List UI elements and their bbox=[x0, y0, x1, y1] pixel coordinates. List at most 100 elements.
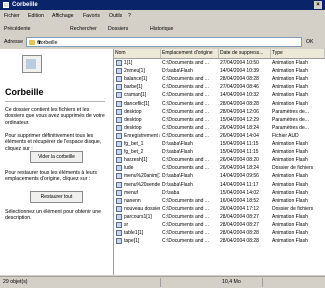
search-button[interactable]: Rechercher bbox=[70, 23, 97, 35]
cell-type: Paramètres de... bbox=[272, 124, 309, 131]
file-icon bbox=[116, 157, 122, 164]
task-pane: Corbeille Ce dossier contient les fichie… bbox=[0, 49, 114, 275]
go-button[interactable]: OK bbox=[306, 36, 314, 48]
column-type[interactable]: Type bbox=[271, 49, 325, 58]
history-button[interactable]: Historique bbox=[150, 23, 173, 35]
cell-location: C:\Documents and ... bbox=[162, 238, 209, 245]
table-row[interactable]: tape[1] C:\Documents and ... 28/04/2004 08… bbox=[114, 237, 325, 245]
table-row[interactable]: menu%20sender[1]D:\saba\Flash 14/04/2004 … bbox=[114, 181, 325, 189]
cell-name: desktop bbox=[124, 108, 142, 115]
cell-type: Dossier de fichiers bbox=[272, 165, 314, 172]
cell-location: C:\Documents and ... bbox=[162, 222, 209, 228]
file-icon bbox=[116, 222, 122, 228]
empty-recycle-bin-button[interactable]: Vider la corbeille bbox=[30, 151, 83, 163]
cell-location: C:\Documents and ... bbox=[162, 108, 209, 115]
file-icon bbox=[116, 149, 122, 156]
divider bbox=[160, 278, 161, 287]
cell-name: desktop bbox=[124, 124, 142, 131]
restore-all-button[interactable]: Restaurer tout bbox=[30, 191, 83, 203]
cell-type: Animation Flash bbox=[272, 213, 308, 220]
table-row[interactable]: nouveau dossier C:\Documents and ... 26/04… bbox=[114, 205, 325, 213]
chevron-down-icon[interactable]: ▼ bbox=[37, 37, 300, 49]
cell-name: desktop bbox=[124, 116, 142, 123]
cell-name: menu%20sender[1] bbox=[124, 181, 160, 188]
cell-location: C:\Documents and ... bbox=[162, 205, 209, 212]
table-row[interactable]: table1[1] C:\Documents and ... 28/04/2004 … bbox=[114, 229, 325, 237]
table-row[interactable]: fg_bet_1 D:\saba\Flash 15/04/2004 11:15 Ani… bbox=[114, 140, 325, 148]
table-row[interactable]: barbe[1] C:\Documents and ... 27/04/2004 0… bbox=[114, 83, 325, 91]
back-button[interactable]: Précédente bbox=[4, 23, 31, 35]
cell-date: 14/04/2004 09:56 bbox=[220, 173, 259, 180]
table-row[interactable]: desktop C:\Documents and ... 15/04/2004 12… bbox=[114, 116, 325, 124]
table-row[interactable]: sr C:\Documents and ... 28/04/2004 08:27 An… bbox=[114, 221, 325, 229]
close-button[interactable]: × bbox=[314, 1, 322, 9]
table-row[interactable]: Enregistrement a...C:\Documents and ... 2… bbox=[114, 132, 325, 140]
address-field[interactable]: Corbeille ▼ bbox=[26, 37, 302, 47]
table-row[interactable]: desktop C:\Documents and ... 28/04/2004 12… bbox=[114, 108, 325, 116]
cell-date: 14/04/2004 10:32 bbox=[220, 92, 259, 99]
toolbar: Précédente Rechercher Dossiers Historiqu… bbox=[0, 23, 325, 35]
file-list: Nom Emplacement d'origine Date de suppre… bbox=[114, 49, 325, 275]
table-row[interactable]: desktop C:\Documents and ... 26/04/2004 18… bbox=[114, 124, 325, 132]
cell-name: barbe[1] bbox=[124, 84, 143, 91]
select-hint: Sélectionnez un élément pour obtenir une… bbox=[5, 209, 102, 222]
table-row[interactable]: parcours1[1] C:\Documents and ... 28/04/20… bbox=[114, 213, 325, 221]
cell-type: Animation Flash bbox=[272, 149, 308, 156]
cell-name: 1[1] bbox=[124, 60, 133, 66]
cell-type: Animation Flash bbox=[272, 189, 308, 196]
table-row[interactable]: balance[1] C:\Documents and ... 28/04/2004… bbox=[114, 75, 325, 83]
cell-location: C:\Documents and ... bbox=[162, 92, 209, 99]
cell-name: balance[1] bbox=[124, 76, 148, 83]
menu-file[interactable]: Fichier bbox=[4, 10, 20, 22]
column-location[interactable]: Emplacement d'origine bbox=[161, 49, 219, 58]
cell-location: C:\Documents and ... bbox=[162, 84, 209, 91]
cell-name: Enregistrement a... bbox=[124, 132, 160, 139]
cell-location: D:\saba\Flash bbox=[162, 141, 193, 147]
cell-type: Paramètres de... bbox=[272, 116, 309, 123]
menu-edit[interactable]: Edition bbox=[28, 10, 44, 22]
divider bbox=[5, 101, 105, 102]
menu-help[interactable]: ? bbox=[128, 10, 131, 22]
column-name[interactable]: Nom bbox=[114, 49, 161, 58]
cell-location: C:\Documents and ... bbox=[162, 157, 209, 164]
table-row[interactable]: lude C:\Documents and ... 26/04/2004 18:24… bbox=[114, 164, 325, 172]
cell-date: 28/04/2004 08:27 bbox=[220, 213, 259, 220]
table-row[interactable]: 1[1] C:\Documents and ... 27/04/2004 10:50… bbox=[114, 59, 325, 67]
cell-location: C:\Documents and ... bbox=[162, 60, 209, 66]
folders-button[interactable]: Dossiers bbox=[108, 23, 128, 35]
table-row[interactable]: danceflic[1] C:\Documents and ... 28/04/20… bbox=[114, 100, 325, 108]
column-date[interactable]: Date de suppress... bbox=[219, 49, 271, 58]
status-size: 10,4 Mo bbox=[222, 279, 241, 285]
explorer-window: Corbeille × Fichier Edition Affichage Fa… bbox=[0, 0, 325, 288]
list-header: Nom Emplacement d'origine Date de suppre… bbox=[114, 49, 325, 59]
table-row[interactable]: harzesh[1] C:\Documents and ... 26/04/2004… bbox=[114, 156, 325, 164]
cell-location: D:\saba\Flash bbox=[162, 181, 193, 188]
file-icon bbox=[116, 173, 122, 180]
pane-description: Ce dossier contient les fichiers et les … bbox=[5, 107, 105, 126]
address-bar: Adresse Corbeille ▼ OK bbox=[0, 36, 325, 48]
cell-type: Fichier AUD bbox=[272, 132, 299, 139]
cell-date: 14/04/2004 11:17 bbox=[220, 181, 259, 188]
cell-type: Animation Flash bbox=[272, 84, 308, 91]
cell-location: C:\Documents and ... bbox=[162, 100, 209, 107]
table-row[interactable]: fg_bet_2 D:\saba\Flash 15/04/2004 11:15 Ani… bbox=[114, 148, 325, 156]
file-icon bbox=[116, 141, 122, 147]
menu-view[interactable]: Affichage bbox=[52, 10, 74, 22]
cell-location: C:\Documents and ... bbox=[162, 124, 209, 131]
status-bar: 29 objet(s) 10,4 Mo bbox=[0, 276, 325, 288]
menu-favorites[interactable]: Favoris bbox=[83, 10, 100, 22]
menu-tools[interactable]: Outils bbox=[109, 10, 122, 22]
cell-date: 28/04/2004 08:28 bbox=[220, 76, 259, 83]
cell-name: tape[1] bbox=[124, 238, 140, 245]
cell-type: Animation Flash bbox=[272, 222, 308, 228]
file-icon bbox=[116, 213, 122, 220]
table-row[interactable]: nanenn C:\Documents and ... 16/04/2004 18:… bbox=[114, 197, 325, 205]
table-row[interactable]: 2nmeu[1] D:\saba\Flash 14/04/2004 10:39 Ani… bbox=[114, 67, 325, 75]
restore-instructions: Pour restaurer tous les éléments à leurs… bbox=[5, 170, 97, 183]
file-icon bbox=[116, 124, 122, 131]
cell-type: Animation Flash bbox=[272, 92, 308, 99]
table-row[interactable]: craman[1] C:\Documents and ... 14/04/2004 … bbox=[114, 91, 325, 99]
table-row[interactable]: menuf D:\saba 15/04/2004 14:02 Animation Fl… bbox=[114, 189, 325, 197]
cell-name: 2nmeu[1] bbox=[124, 68, 145, 75]
table-row[interactable]: menu%20anim[1] D:\saba\Flash 14/04/2004 09… bbox=[114, 172, 325, 180]
